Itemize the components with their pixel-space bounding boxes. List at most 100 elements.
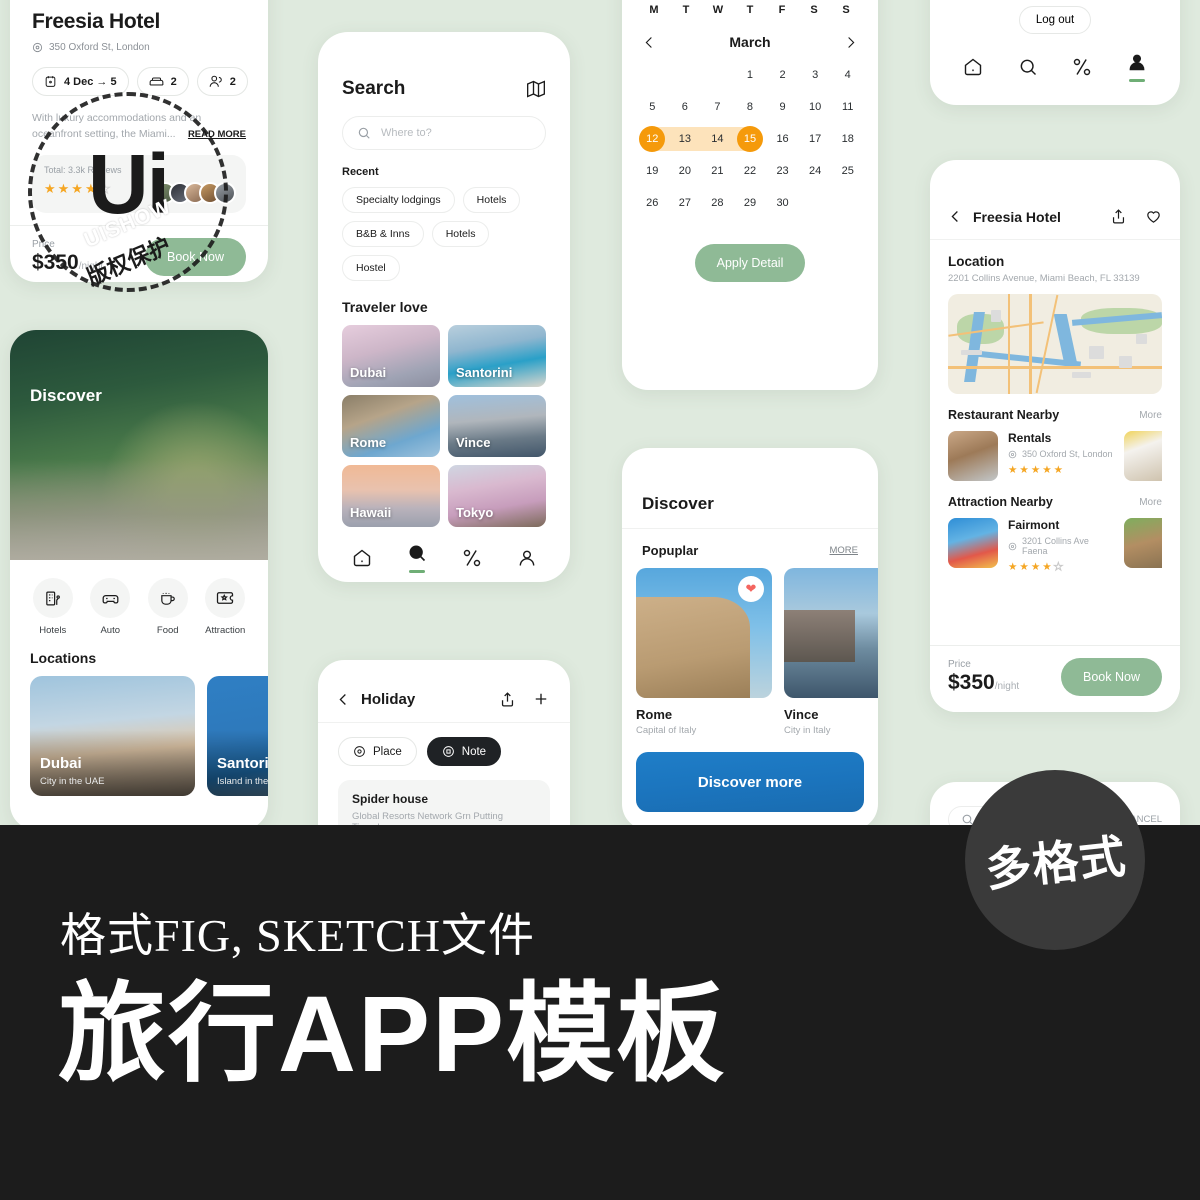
heart-outline-icon[interactable]: [1145, 208, 1162, 225]
chevron-right-icon[interactable]: [843, 35, 858, 50]
location-map[interactable]: [948, 294, 1162, 394]
chevron-left-icon[interactable]: [642, 35, 657, 50]
more-link[interactable]: MORE: [830, 545, 859, 556]
apply-row: Apply Detail: [622, 218, 878, 306]
category-attraction[interactable]: Attraction: [197, 578, 253, 636]
book-now-button[interactable]: Book Now: [145, 237, 246, 276]
calendar-day-cell[interactable]: 1: [734, 60, 767, 90]
traveler-card-vince[interactable]: Vince: [448, 395, 546, 457]
calendar-day-cell[interactable]: 3: [799, 60, 832, 90]
popular-card-rome[interactable]: ❤ Rome Capital of Italy: [636, 568, 772, 736]
tab-profile[interactable]: [517, 548, 537, 568]
calendar-day-cell[interactable]: 25: [831, 156, 864, 186]
calendar-day-cell[interactable]: 29: [734, 188, 767, 218]
calendar-day-cell[interactable]: 30: [766, 188, 799, 218]
toggle-place[interactable]: Place: [338, 737, 417, 766]
location-card-dubai[interactable]: Dubai City in the UAE: [30, 676, 195, 796]
search-field[interactable]: [342, 116, 546, 150]
calendar-day-label: 16: [776, 133, 789, 145]
tab-search[interactable]: [407, 543, 427, 573]
calendar-day-grid[interactable]: 1 2 3 4 5 6 7 8 9 10 11 12 13 14 15 16 17 18 19 20 21 22 23 24 2…: [622, 60, 878, 218]
calendar-day-cell[interactable]: 14: [700, 124, 735, 154]
calendar-day-cell[interactable]: 28: [701, 188, 734, 218]
calendar-day-cell[interactable]: 10: [799, 92, 832, 122]
category-food[interactable]: Food: [140, 578, 196, 636]
chevron-left-icon[interactable]: [336, 692, 351, 707]
category-auto[interactable]: Auto: [82, 578, 138, 636]
chip-guests[interactable]: 2: [196, 67, 248, 96]
recent-chip[interactable]: Specialty lodgings: [342, 187, 455, 213]
calendar-day-cell[interactable]: 23: [766, 156, 799, 186]
calendar-day-label: 3: [812, 69, 819, 81]
detail-title: Freesia Hotel: [973, 208, 1061, 225]
calendar-day-cell[interactable]: 12: [636, 124, 670, 154]
attraction-item[interactable]: Fairmont 3201 Collins Ave Faena ★★★★★: [948, 518, 1162, 574]
tab-route[interactable]: [462, 548, 482, 568]
discover-more-banner[interactable]: Discover more: [636, 752, 864, 812]
recent-chip[interactable]: Hotels: [462, 187, 521, 213]
calendar-day-cell[interactable]: 19: [636, 156, 669, 186]
category-hotels[interactable]: Hotels: [25, 578, 81, 636]
plus-icon[interactable]: [532, 690, 550, 708]
calendar-day-cell[interactable]: 20: [669, 156, 702, 186]
map-icon[interactable]: [526, 79, 546, 99]
attraction-more-link[interactable]: More: [1139, 497, 1162, 508]
tab-profile[interactable]: [1127, 52, 1147, 82]
chip-rooms[interactable]: 2: [136, 67, 189, 96]
calendar-day-cell[interactable]: 21: [701, 156, 734, 186]
chevron-left-icon[interactable]: [948, 209, 963, 224]
traveler-card-rome[interactable]: Rome: [342, 395, 440, 457]
calendar-day-cell[interactable]: 2: [766, 60, 799, 90]
detail-book-now-button[interactable]: Book Now: [1061, 658, 1162, 696]
apply-detail-button[interactable]: Apply Detail: [694, 244, 806, 282]
calendar-day-cell[interactable]: 13: [667, 124, 702, 154]
calendar-day-cell[interactable]: 4: [831, 60, 864, 90]
restaurant-more-link[interactable]: More: [1139, 410, 1162, 421]
tab-home[interactable]: [352, 548, 372, 568]
restaurant-next-thumbnail[interactable]: [1124, 431, 1162, 481]
logout-button[interactable]: Log out: [1018, 6, 1092, 34]
calendar-day-cell[interactable]: 7: [701, 92, 734, 122]
calendar-day-cell[interactable]: 17: [799, 124, 832, 154]
tab-route[interactable]: [1072, 57, 1092, 77]
restaurant-rating-stars: ★★★★★: [1008, 464, 1066, 476]
calendar-day-cell[interactable]: 9: [766, 92, 799, 122]
calendar-day-cell[interactable]: 24: [799, 156, 832, 186]
traveler-card-label: Santorini: [456, 365, 513, 380]
calendar-day-cell[interactable]: 15: [732, 124, 767, 154]
calendar-day-cell[interactable]: 22: [734, 156, 767, 186]
traveler-card-tokyo[interactable]: Tokyo: [448, 465, 546, 527]
calendar-day-cell[interactable]: 6: [669, 92, 702, 122]
share-icon[interactable]: [499, 691, 516, 708]
recent-chip[interactable]: Hostel: [342, 255, 400, 281]
search-panel: Search Recent Specialty lodgings: [318, 32, 570, 582]
calendar-day-cell[interactable]: 5: [636, 92, 669, 122]
chip-dates[interactable]: 4 Dec → 5: [32, 67, 129, 96]
recent-chip[interactable]: B&B & Inns: [342, 221, 424, 247]
locations-row: Dubai City in the UAE Santorini Island i…: [10, 666, 268, 796]
calendar-day-cell[interactable]: 11: [831, 92, 864, 122]
traveler-card-hawaii[interactable]: Hawaii: [342, 465, 440, 527]
calendar-day-cell[interactable]: 26: [636, 188, 669, 218]
tab-search[interactable]: [1018, 57, 1038, 77]
share-icon[interactable]: [1110, 208, 1127, 225]
calendar-day-cell[interactable]: 18: [831, 124, 864, 154]
search-input[interactable]: [381, 127, 531, 139]
popular-card-vince[interactable]: Vince City in Italy: [784, 568, 878, 736]
tab-home[interactable]: [963, 57, 983, 77]
read-more-link[interactable]: READ MORE: [188, 128, 246, 143]
restaurant-item[interactable]: Rentals 350 Oxford St, London ★★★★★: [948, 431, 1162, 481]
recent-chip[interactable]: Hotels: [431, 221, 490, 247]
calendar-day-cell[interactable]: 16: [766, 124, 799, 154]
traveler-card-santorini[interactable]: Santorini: [448, 325, 546, 387]
heart-filled-icon[interactable]: ❤: [738, 576, 764, 602]
attraction-next-thumbnail[interactable]: [1124, 518, 1162, 568]
calendar-day-cell[interactable]: 27: [669, 188, 702, 218]
traveler-card-dubai[interactable]: Dubai: [342, 325, 440, 387]
toggle-note[interactable]: Note: [426, 737, 502, 766]
weekday-label: S: [810, 4, 818, 16]
calendar-day-cell[interactable]: 8: [734, 92, 767, 122]
hero-label: Discover: [30, 386, 102, 405]
attraction-address-text: 3201 Collins Ave Faena: [1022, 536, 1089, 556]
location-card-santorini[interactable]: Santorini Island in the Aegean Sea: [207, 676, 268, 796]
